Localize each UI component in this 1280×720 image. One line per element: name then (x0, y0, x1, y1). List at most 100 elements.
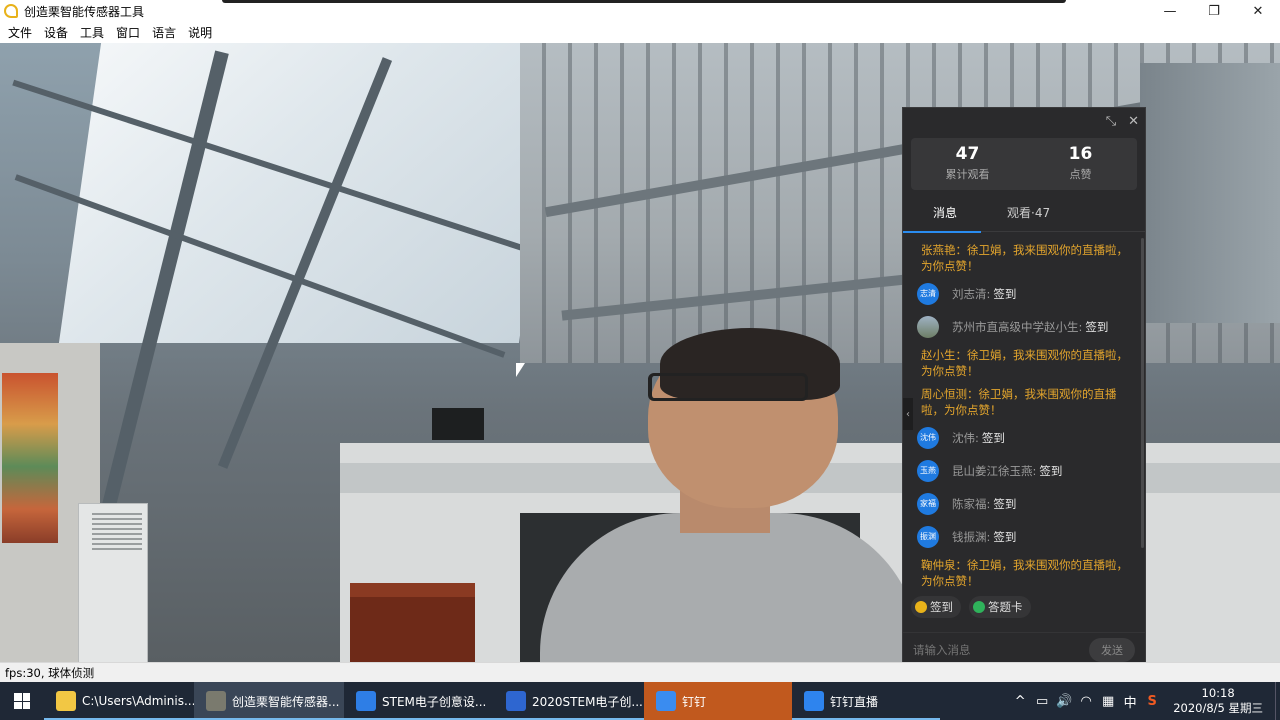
system-tray: ^ ▭ 🔊 ◠ ▦ 中 S 10:18 2020/8/5 星期三 (1009, 682, 1280, 720)
taskbar-item-label: 创造栗智能传感器... (232, 694, 340, 709)
avatar[interactable]: 志清 (917, 282, 939, 305)
avatar[interactable]: 沈伟 (917, 426, 939, 449)
stat-value: 16 (1068, 144, 1093, 164)
wifi-icon[interactable]: ◠ (1075, 694, 1097, 709)
taskbar-item-dingtalk[interactable]: 钉钉 (644, 682, 792, 720)
status-text: fps:30, 球体侦测 (5, 665, 95, 680)
user-name: 苏州市直高级中学赵小生: (952, 319, 1083, 334)
live-comment-panel: ⤡ ✕ 47 累计观看 16 点赞 消息 观看·47 张燕艳：徐卫娟，我来围观你… (902, 107, 1146, 668)
air-conditioner-grille (92, 513, 142, 553)
message-input-row: 发送 (903, 632, 1145, 666)
show-desktop-button[interactable] (1275, 682, 1280, 720)
avatar[interactable]: 玉燕 (917, 459, 939, 482)
taskbar-item-stem-design[interactable]: STEM电子创意设... (344, 682, 494, 720)
stat-total-views: 47 累计观看 (911, 138, 1024, 190)
keyboard-icon[interactable]: ▦ (1097, 694, 1119, 709)
battery-icon[interactable]: ▭ (1031, 694, 1053, 709)
checkin-label: 签到 (1039, 463, 1063, 478)
menu-device[interactable]: 设备 (38, 24, 74, 41)
quick-actions: 签到 答题卡 (911, 596, 1031, 618)
taskbar-item-label: STEM电子创意设... (382, 694, 487, 709)
tab-viewers[interactable]: 观看·47 (957, 202, 1050, 232)
avatar[interactable]: 家福 (917, 492, 939, 515)
close-panel-icon[interactable]: ✕ (1128, 114, 1139, 129)
taskbar-item-label: 钉钉直播 (830, 694, 879, 709)
tab-messages[interactable]: 消息 (903, 202, 982, 233)
stat-label: 累计观看 (945, 168, 990, 181)
user-name: 沈伟: (952, 430, 979, 445)
taskbar-item-label: 2020STEM电子创... (532, 694, 643, 709)
stat-likes: 16 点赞 (1024, 138, 1137, 190)
volume-icon[interactable]: 🔊 (1053, 694, 1075, 709)
menu-help[interactable]: 说明 (182, 24, 218, 41)
checkin-label: 签到 (981, 430, 1005, 445)
menu-window[interactable]: 窗口 (110, 24, 146, 41)
title-strip (222, 0, 1066, 3)
skylight-glass (58, 43, 562, 343)
dingtalk-icon (656, 691, 676, 711)
status-bar: fps:30, 球体侦测 (0, 662, 1280, 682)
checkin-label: 签到 (993, 496, 1017, 511)
answer-card-chip[interactable]: 答题卡 (969, 596, 1031, 618)
avatar[interactable]: 振渊 (917, 525, 939, 548)
chevron-up-icon[interactable]: ^ (1009, 694, 1031, 709)
work-icon (506, 691, 526, 711)
taskbar-item-label: C:\Users\Adminis... (82, 694, 196, 708)
checkin-message: 志清 刘志清: 签到 (903, 277, 1139, 310)
app-tray-icon[interactable]: S (1141, 694, 1163, 709)
taskbar-item-dingtalk-live[interactable]: 钉钉直播 (792, 682, 940, 720)
panel-tabs: 消息 观看·47 (903, 202, 1145, 233)
minimize-button[interactable]: — (1148, 0, 1192, 22)
chip-label: 答题卡 (988, 600, 1023, 614)
checkin-chip[interactable]: 签到 (911, 596, 961, 618)
checkin-message: 玉燕 昆山姜江徐玉燕: 签到 (903, 454, 1139, 487)
checkin-icon (915, 601, 927, 613)
input-method-icon[interactable]: 中 (1119, 692, 1141, 711)
maximize-button[interactable]: ❐ (1192, 0, 1236, 22)
window-controls: — ❐ ✕ (1148, 0, 1280, 22)
clock[interactable]: 10:18 2020/8/5 星期三 (1173, 686, 1263, 716)
menu-language[interactable]: 语言 (146, 24, 182, 41)
menu-tools[interactable]: 工具 (74, 24, 110, 41)
checkin-label: 签到 (1085, 319, 1109, 334)
message-scrollbar[interactable] (1141, 238, 1144, 548)
minimize-panel-icon[interactable]: ⤡ (1106, 114, 1116, 129)
clock-time: 10:18 (1201, 686, 1235, 700)
user-name: 刘志清: (952, 286, 991, 301)
avatar[interactable] (917, 315, 939, 338)
taskbar-item-stem-2020[interactable]: 2020STEM电子创... (494, 682, 644, 720)
message-list[interactable]: 张燕艳：徐卫娟，我来围观你的直播啦，为你点赞！ 志清 刘志清: 签到 苏州市直高级中学赵… (903, 238, 1139, 590)
speaker (432, 408, 484, 440)
person-glasses (648, 373, 808, 401)
live-icon (804, 691, 824, 711)
broadcast-message: 鞠仲泉：徐卫娟，我来围观你的直播啦，为你点赞！ (921, 558, 1128, 588)
chip-label: 签到 (930, 600, 953, 614)
checkin-message: 沈伟 沈伟: 签到 (903, 421, 1139, 454)
pillar (1140, 63, 1280, 323)
stats-box: 47 累计观看 16 点赞 (911, 138, 1137, 190)
taskbar-item-sensor-tool[interactable]: 创造栗智能传感器... (194, 682, 344, 720)
start-button[interactable] (0, 682, 44, 720)
answer-card-icon (973, 601, 985, 613)
collapse-panel-icon[interactable]: ‹ (903, 398, 913, 430)
windows-logo-icon (14, 693, 30, 709)
menu-file[interactable]: 文件 (2, 24, 38, 41)
broadcast-message: 张燕艳：徐卫娟，我来围观你的直播啦，为你点赞！ (921, 243, 1128, 273)
checkin-message: 振渊 钱振渊: 签到 (903, 520, 1139, 553)
checkin-label: 签到 (993, 286, 1017, 301)
checkin-label: 签到 (993, 529, 1017, 544)
taskbar-item-explorer[interactable]: C:\Users\Adminis... (44, 682, 196, 720)
podium-top (350, 583, 475, 597)
user-name: 昆山姜江徐玉燕: (952, 463, 1037, 478)
user-name: 陈家福: (952, 496, 991, 511)
message-input[interactable] (913, 642, 1073, 657)
app-icon (4, 4, 18, 18)
menu-bar: 文件 设备 工具 窗口 语言 说明 (0, 22, 1280, 43)
send-button[interactable]: 发送 (1089, 637, 1135, 662)
stat-label: 点赞 (1069, 168, 1092, 181)
checkin-message: 苏州市直高级中学赵小生: 签到 (903, 310, 1139, 343)
stat-value: 47 (955, 144, 980, 164)
close-button[interactable]: ✕ (1236, 0, 1280, 22)
mouse-cursor-icon (516, 363, 525, 377)
title-bar: 创造栗智能传感器工具 — ❐ ✕ (0, 0, 1280, 22)
